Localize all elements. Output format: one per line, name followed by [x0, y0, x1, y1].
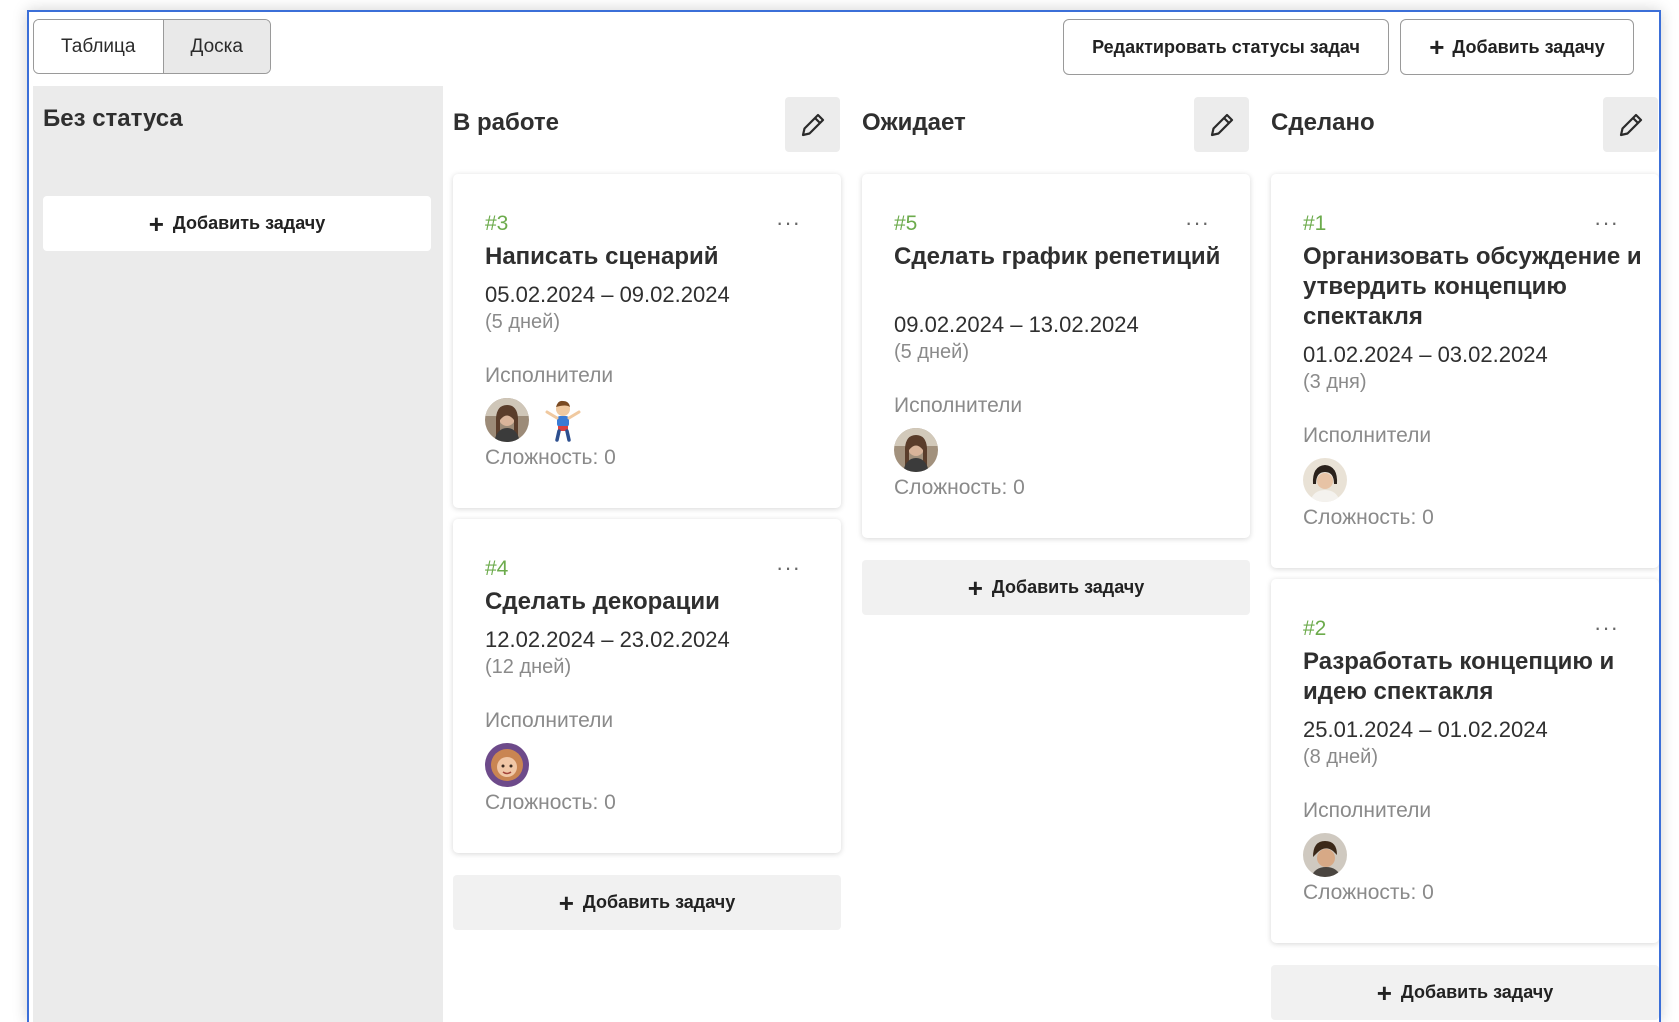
tab-table[interactable]: Таблица — [34, 20, 163, 73]
pencil-icon — [1619, 113, 1642, 136]
task-title: Разработать концепцию и идею спектакля — [1303, 648, 1615, 705]
column-title-in-progress: В работе — [453, 109, 559, 136]
task-card-5[interactable]: #5 ··· Сделать график репетиций 09.02.20… — [862, 174, 1250, 538]
task-card-4[interactable]: #4 ··· Сделать декорации 12.02.2024 – 23… — [453, 519, 841, 853]
executors-avatars — [1303, 458, 1347, 502]
edit-column-button-in-progress[interactable] — [785, 97, 840, 152]
pencil-icon — [801, 113, 824, 136]
plus-icon: + — [1376, 977, 1392, 1008]
executors-avatars — [894, 428, 938, 472]
task-number: #4 — [485, 557, 509, 580]
task-duration: (3 дня) — [1303, 371, 1367, 393]
task-complexity: Сложность: 0 — [485, 446, 616, 469]
pencil-icon — [1210, 113, 1233, 136]
task-number: #3 — [485, 212, 509, 235]
executors-label: Исполнители — [485, 364, 614, 387]
edit-statuses-button[interactable]: Редактировать статусы задач — [1063, 19, 1389, 75]
add-task-top-label: Добавить задачу — [1452, 36, 1605, 57]
task-dates: 12.02.2024 – 23.02.2024 — [485, 627, 730, 652]
task-card-1[interactable]: #1 ··· Организовать обсуждение и утверди… — [1271, 174, 1659, 568]
task-duration: (8 дней) — [1303, 746, 1379, 768]
executors-label: Исполнители — [1303, 424, 1432, 447]
edit-column-button-waiting[interactable] — [1194, 97, 1249, 152]
task-title: Сделать график репетиций — [894, 243, 1221, 270]
column-title-waiting: Ожидает — [862, 109, 966, 136]
task-dates: 09.02.2024 – 13.02.2024 — [894, 312, 1139, 337]
task-complexity: Сложность: 0 — [485, 791, 616, 814]
task-duration: (5 дней) — [485, 311, 561, 333]
add-task-button-done[interactable]: + Добавить задачу — [1271, 965, 1659, 1020]
plus-icon: + — [558, 887, 574, 918]
plus-icon: + — [148, 208, 164, 239]
plus-icon: + — [967, 572, 983, 603]
add-task-top-button[interactable]: + Добавить задачу — [1400, 19, 1634, 75]
more-options-icon[interactable]: ··· — [776, 212, 801, 234]
avatar[interactable] — [1303, 458, 1347, 502]
more-options-icon[interactable]: ··· — [776, 557, 801, 579]
task-dates: 05.02.2024 – 09.02.2024 — [485, 282, 730, 307]
add-task-label: Добавить задачу — [991, 577, 1145, 597]
avatar[interactable] — [485, 743, 529, 787]
task-duration: (12 дней) — [485, 656, 572, 678]
add-task-label: Добавить задачу — [582, 892, 736, 912]
executors-avatars — [485, 743, 529, 787]
column-title-done: Сделано — [1271, 109, 1375, 136]
tab-board[interactable]: Доска — [162, 20, 270, 73]
task-number: #2 — [1303, 617, 1327, 640]
add-task-button-waiting[interactable]: + Добавить задачу — [862, 560, 1250, 615]
more-options-icon[interactable]: ··· — [1185, 212, 1210, 234]
task-title: Сделать декорации — [485, 588, 720, 615]
more-options-icon[interactable]: ··· — [1594, 617, 1619, 639]
executors-label: Исполнители — [894, 394, 1023, 417]
more-options-icon[interactable]: ··· — [1594, 212, 1619, 234]
edit-statuses-label: Редактировать статусы задач — [1092, 36, 1360, 57]
task-complexity: Сложность: 0 — [1303, 881, 1434, 904]
task-dates: 25.01.2024 – 01.02.2024 — [1303, 717, 1548, 742]
add-task-button-in-progress[interactable]: + Добавить задачу — [453, 875, 841, 930]
avatar[interactable] — [485, 398, 529, 442]
executors-label: Исполнители — [1303, 799, 1432, 822]
executors-label: Исполнители — [485, 709, 614, 732]
add-task-label: Добавить задачу — [172, 213, 326, 233]
avatar[interactable] — [894, 428, 938, 472]
add-task-label: Добавить задачу — [1400, 982, 1554, 1002]
column-title-no-status: Без статуса — [43, 105, 183, 132]
task-complexity: Сложность: 0 — [894, 476, 1025, 499]
view-toggle: Таблица Доска — [33, 19, 271, 74]
task-duration: (5 дней) — [894, 341, 970, 363]
task-dates: 01.02.2024 – 03.02.2024 — [1303, 342, 1548, 367]
avatar[interactable] — [1303, 833, 1347, 877]
plus-icon: + — [1429, 32, 1445, 62]
executors-avatars — [1303, 833, 1347, 877]
task-number: #1 — [1303, 212, 1327, 235]
task-number: #5 — [894, 212, 918, 235]
add-task-button-no-status[interactable]: + Добавить задачу — [43, 196, 431, 251]
task-card-2[interactable]: #2 ··· Разработать концепцию и идею спек… — [1271, 579, 1659, 943]
task-board-window: Таблица Доска Редактировать статусы зада… — [27, 10, 1661, 1022]
edit-column-button-done[interactable] — [1603, 97, 1658, 152]
avatar-character[interactable] — [541, 398, 585, 442]
task-complexity: Сложность: 0 — [1303, 506, 1434, 529]
task-title: Организовать обсуждение и утвердить конц… — [1303, 243, 1642, 330]
executors-avatars — [485, 398, 585, 442]
task-title: Написать сценарий — [485, 243, 719, 270]
task-card-3[interactable]: #3 ··· Написать сценарий 05.02.2024 – 09… — [453, 174, 841, 508]
